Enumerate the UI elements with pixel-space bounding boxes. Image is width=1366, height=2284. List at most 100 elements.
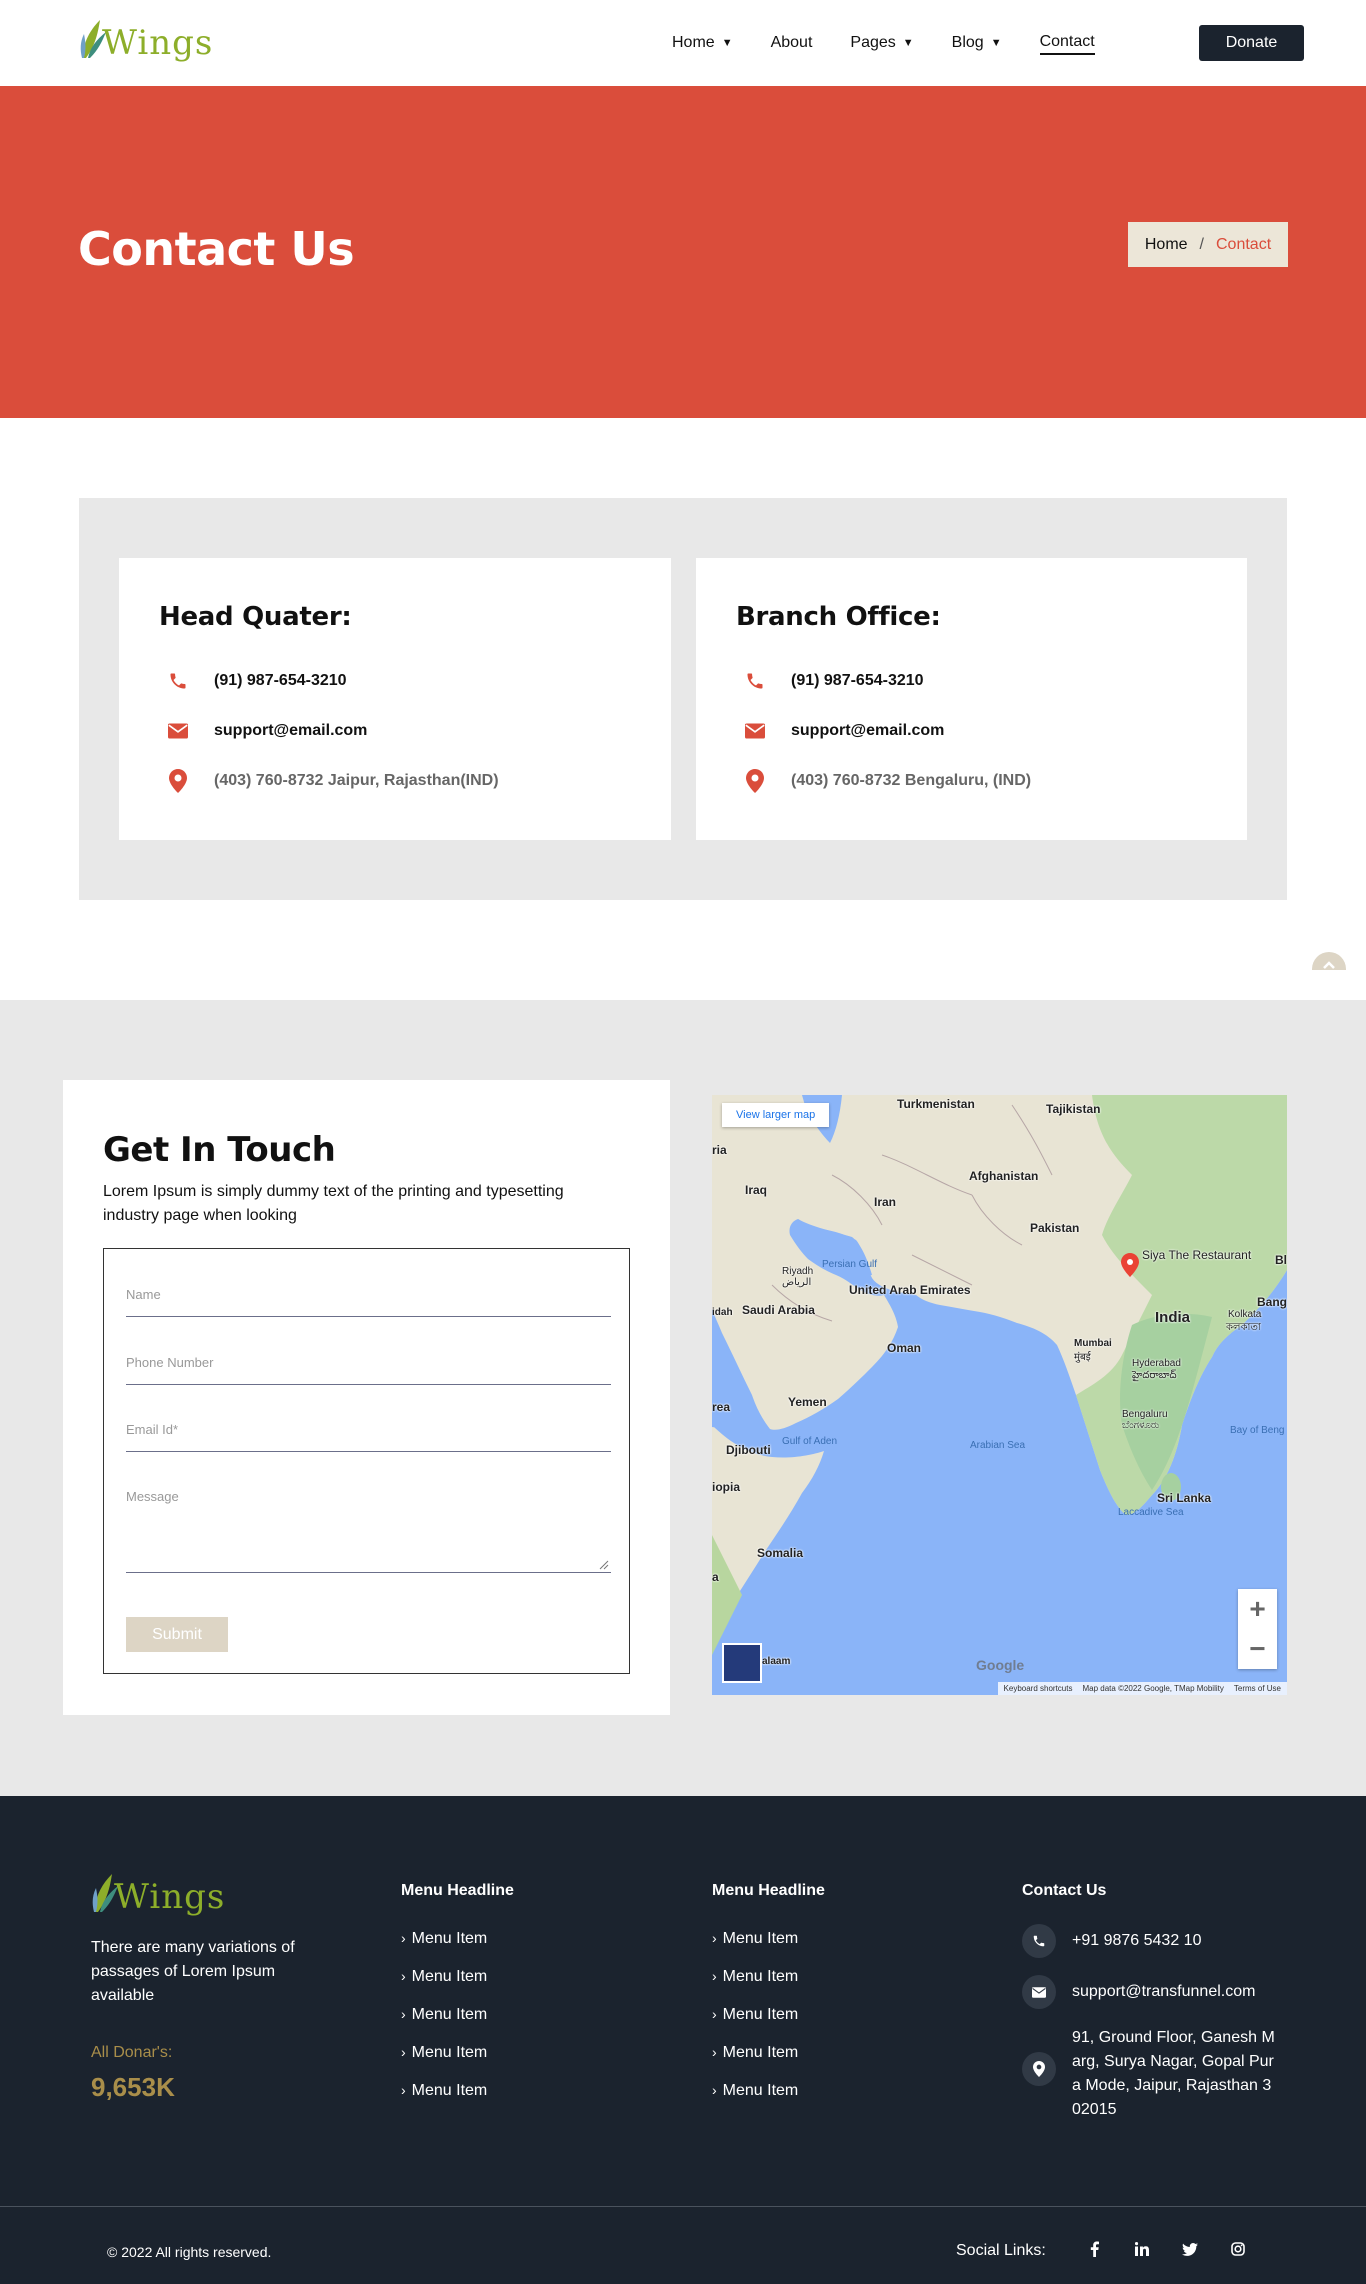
footer-logo[interactable]: Wings xyxy=(90,1872,225,1914)
map-label: Iran xyxy=(874,1195,897,1209)
office-phone[interactable]: (91) 987-654-3210 xyxy=(167,670,347,692)
location-map[interactable]: View larger map Turkmenistan Tajikistan … xyxy=(712,1095,1287,1695)
map-attribution: Keyboard shortcuts Map data ©2022 Google… xyxy=(997,1682,1287,1695)
nav-pages[interactable]: Pages ▼ xyxy=(850,31,913,55)
map-sea-label: Gulf of Aden xyxy=(782,1436,838,1447)
footer-email[interactable]: support@transfunnel.com xyxy=(1022,1975,1255,2009)
nav-home[interactable]: Home ▼ xyxy=(672,31,733,55)
footer-menu-item[interactable]: › Menu Item xyxy=(712,2044,798,2082)
nav-contact[interactable]: Contact xyxy=(1039,31,1095,55)
map-label: ria xyxy=(712,1143,727,1157)
phone-field[interactable]: Phone Number xyxy=(126,1355,611,1385)
chevron-right-icon: › xyxy=(401,2044,406,2060)
name-field[interactable]: Name xyxy=(126,1287,611,1317)
zoom-in-button[interactable]: + xyxy=(1238,1589,1277,1629)
map-label: Kolkata xyxy=(1228,1309,1262,1320)
phone-icon xyxy=(1022,1924,1056,1958)
footer-menu-item[interactable]: › Menu Item xyxy=(712,1930,798,1968)
message-placeholder: Message xyxy=(126,1489,179,1504)
office-address-text: (403) 760-8732 Bengaluru, (IND) xyxy=(791,772,1032,789)
scroll-to-top-button[interactable] xyxy=(1312,952,1346,970)
page-banner: Contact Us Home / Contact xyxy=(0,86,1366,418)
chevron-right-icon: › xyxy=(712,2006,717,2022)
footer-menu-1: › Menu Item › Menu Item › Menu Item › Menu I… xyxy=(401,1930,487,2120)
donate-button[interactable]: Donate xyxy=(1199,25,1304,61)
nav-home-label: Home xyxy=(672,34,715,51)
footer-menu-item-label: Menu Item xyxy=(411,1968,488,1985)
office-card-branch: Branch Office: (91) 987-654-3210 support… xyxy=(696,558,1247,840)
view-larger-map-link[interactable]: View larger map xyxy=(722,1103,830,1127)
footer-contact-headline: Contact Us xyxy=(1022,1882,1107,1899)
footer-menu-item-label: Menu Item xyxy=(411,2082,488,2099)
envelope-icon xyxy=(744,720,766,742)
keyboard-shortcuts-link[interactable]: Keyboard shortcuts xyxy=(1004,1684,1073,1693)
map-label: Somalia xyxy=(757,1546,804,1560)
donar-count: 9,653K xyxy=(91,2072,175,2102)
footer-menu-item-label: Menu Item xyxy=(411,1930,488,1947)
map-label: Bl xyxy=(1275,1253,1287,1267)
map-label: Bengaluru xyxy=(1122,1409,1168,1420)
site-header: Wings Home ▼ About Pages ▼ Blog ▼ Contact D… xyxy=(0,0,1366,86)
chevron-right-icon: › xyxy=(712,2044,717,2060)
map-sea-label: Bay of Beng xyxy=(1230,1425,1285,1436)
zoom-out-button[interactable]: − xyxy=(1238,1629,1277,1669)
footer-menu-item-label: Menu Item xyxy=(722,1930,799,1947)
map-label: India xyxy=(1155,1309,1191,1326)
footer-menu-item[interactable]: › Menu Item xyxy=(401,2006,487,2044)
caret-down-icon: ▼ xyxy=(902,37,914,49)
map-zoom-controls: + − xyxy=(1238,1589,1277,1669)
map-pin-icon xyxy=(167,769,189,793)
chevron-right-icon: › xyxy=(712,1930,717,1946)
footer-menu-item[interactable]: › Menu Item xyxy=(401,1968,487,2006)
resize-grip-icon[interactable] xyxy=(599,1560,609,1570)
map-label: Djibouti xyxy=(726,1443,771,1457)
footer-email-text: support@transfunnel.com xyxy=(1072,1983,1256,2000)
office-email[interactable]: support@email.com xyxy=(167,720,367,742)
footer-phone-text: +91 9876 5432 10 xyxy=(1072,1932,1202,1949)
footer-menu-item[interactable]: › Menu Item xyxy=(712,1968,798,2006)
map-pin-icon xyxy=(1022,2052,1056,2086)
map-label: rea xyxy=(712,1400,731,1414)
instagram-icon[interactable] xyxy=(1225,2236,1251,2262)
site-logo[interactable]: Wings xyxy=(78,18,213,60)
message-field[interactable]: Message xyxy=(126,1489,611,1573)
email-field[interactable]: Email Id* xyxy=(126,1422,611,1452)
satellite-toggle-thumbnail[interactable] xyxy=(722,1643,762,1683)
footer-menu-item-label: Menu Item xyxy=(411,2006,488,2023)
map-label-restaurant: Siya The Restaurant xyxy=(1142,1248,1252,1262)
twitter-icon[interactable] xyxy=(1177,2236,1203,2262)
facebook-icon[interactable] xyxy=(1081,2236,1107,2262)
breadcrumb-separator: / xyxy=(1199,235,1204,253)
footer-menu-item[interactable]: › Menu Item xyxy=(401,2044,487,2082)
chevron-up-icon xyxy=(1323,961,1335,969)
map-label: Iraq xyxy=(745,1183,768,1197)
contact-form: Name Phone Number Email Id* Message Subm… xyxy=(103,1248,630,1674)
chevron-right-icon: › xyxy=(401,2082,406,2098)
map-pin-icon xyxy=(744,769,766,793)
nav-blog[interactable]: Blog ▼ xyxy=(952,31,1002,55)
map-label: Saudi Arabia xyxy=(742,1303,815,1317)
footer-menu-item[interactable]: › Menu Item xyxy=(712,2082,798,2120)
office-email[interactable]: support@email.com xyxy=(744,720,944,742)
donar-label: All Donar's: xyxy=(91,2044,173,2061)
terms-link[interactable]: Terms of Use xyxy=(1234,1684,1281,1693)
phone-icon xyxy=(167,670,189,692)
office-email-text: support@email.com xyxy=(791,722,945,739)
footer-menu-item[interactable]: › Menu Item xyxy=(401,1930,487,1968)
submit-button[interactable]: Submit xyxy=(126,1617,228,1652)
breadcrumb-home-link[interactable]: Home xyxy=(1145,236,1188,254)
linkedin-icon[interactable] xyxy=(1129,2236,1155,2262)
map-label: Mumbai xyxy=(1074,1338,1112,1349)
nav-about[interactable]: About xyxy=(771,31,813,55)
footer-phone[interactable]: +91 9876 5432 10 xyxy=(1022,1924,1201,1958)
chevron-right-icon: › xyxy=(401,2006,406,2022)
footer-divider xyxy=(0,2206,1366,2207)
office-email-text: support@email.com xyxy=(214,722,368,739)
chevron-right-icon: › xyxy=(401,1968,406,1984)
footer-menu-item[interactable]: › Menu Item xyxy=(401,2082,487,2120)
footer-address-text: 91, Ground Floor, Ganesh Marg, Surya Nag… xyxy=(1072,2029,1275,2118)
office-phone-text: (91) 987-654-3210 xyxy=(214,672,347,689)
office-phone[interactable]: (91) 987-654-3210 xyxy=(744,670,924,692)
google-logo: Google xyxy=(976,1657,1025,1673)
footer-menu-item[interactable]: › Menu Item xyxy=(712,2006,798,2044)
